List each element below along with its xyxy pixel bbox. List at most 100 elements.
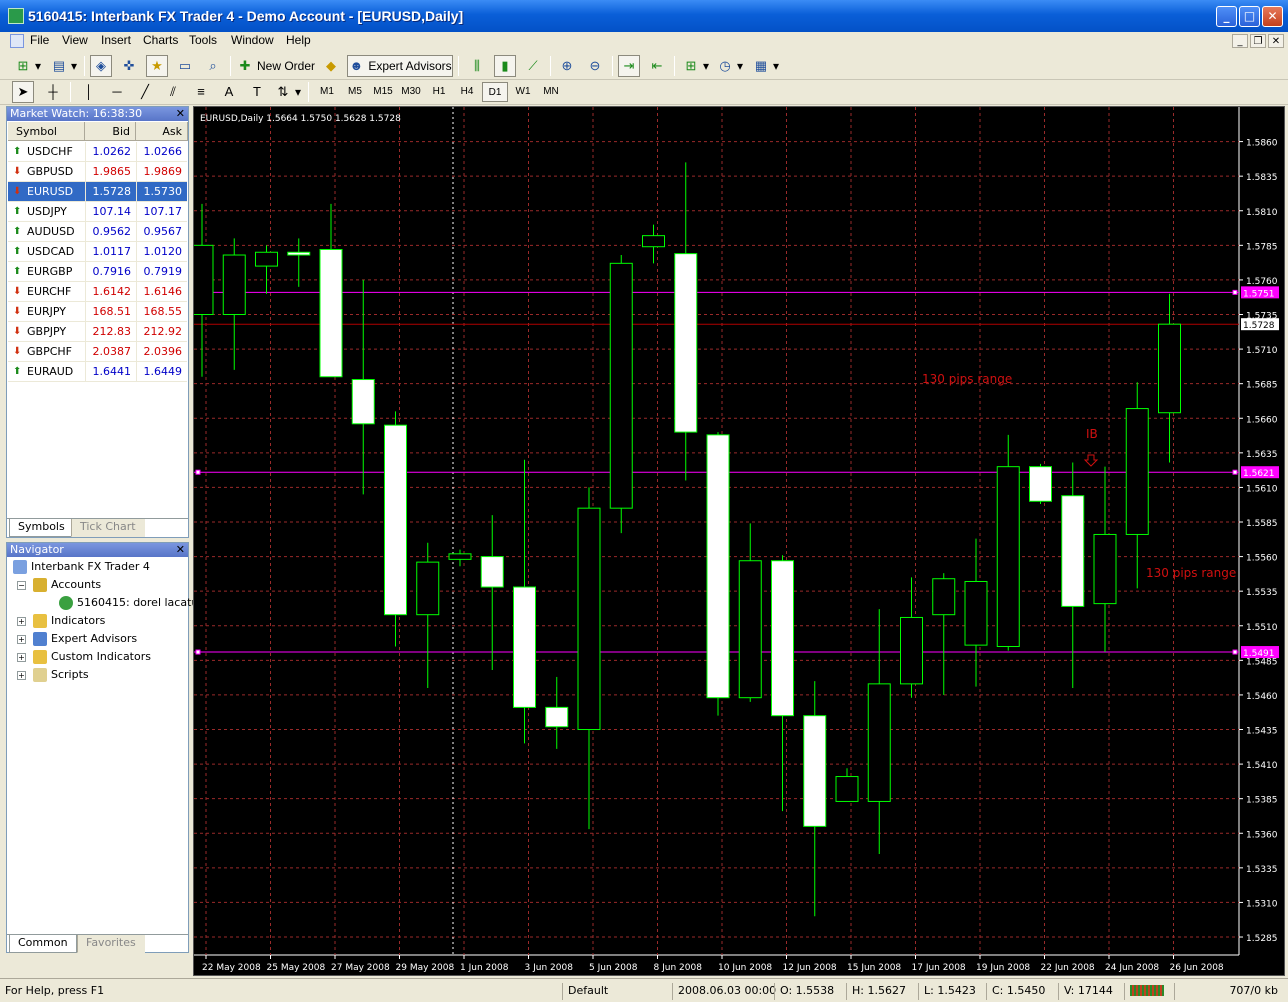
close-button[interactable]: ✕ <box>1262 6 1283 27</box>
alert-button[interactable]: ◆ <box>320 55 342 77</box>
tab-common[interactable]: Common <box>9 935 77 953</box>
expand-scripts-icon[interactable]: + <box>17 671 26 680</box>
candle-body[interactable] <box>642 235 665 248</box>
symbol-row[interactable]: ⬇ GBPJPY 212.83 212.92 <box>8 322 187 342</box>
candle-body[interactable] <box>932 578 956 616</box>
candle-body[interactable] <box>674 253 698 433</box>
candlestick-button[interactable]: ▮ <box>494 55 516 77</box>
expand-expert-advisors-icon[interactable]: + <box>17 635 26 644</box>
symbol-row[interactable]: ⬆ USDCHF 1.0262 1.0266 <box>8 142 187 162</box>
candle-body[interactable] <box>384 424 407 616</box>
profiles-button[interactable]: ▤ ▾ <box>48 55 80 77</box>
market-watch-toggle[interactable]: ◈ <box>90 55 112 77</box>
column-header-ask[interactable]: Ask <box>136 122 188 141</box>
mdi-restore-button[interactable]: ❐ <box>1250 34 1266 48</box>
tree-indicators[interactable]: Indicators <box>33 613 105 631</box>
timeframe-mn-button[interactable]: MN <box>538 82 564 102</box>
timeframe-w1-button[interactable]: W1 <box>510 82 536 102</box>
chart-shift-button[interactable]: ⇤ <box>646 55 668 77</box>
candle-body[interactable] <box>287 251 311 256</box>
document-icon[interactable] <box>10 34 24 48</box>
candle-body[interactable] <box>513 586 536 708</box>
menu-charts[interactable]: Charts <box>143 33 178 50</box>
symbol-row[interactable]: ⬇ GBPUSD 1.9865 1.9869 <box>8 162 187 182</box>
timeframe-m1-button[interactable]: M1 <box>314 82 340 102</box>
menu-window[interactable]: Window <box>231 33 274 50</box>
timeframe-m5-button[interactable]: M5 <box>342 82 368 102</box>
menu-file[interactable]: File <box>30 33 49 50</box>
timeframe-d1-button[interactable]: D1 <box>482 82 508 102</box>
symbol-row[interactable]: ⬆ AUDUSD 0.9562 0.9567 <box>8 222 187 242</box>
candle-body[interactable] <box>996 466 1020 648</box>
candle-body[interactable] <box>867 683 891 802</box>
periods-dropdown[interactable]: ◷ ▾ <box>714 55 746 77</box>
candle-body[interactable] <box>738 560 762 699</box>
symbol-row[interactable]: ⬆ USDJPY 107.14 107.17 <box>8 202 187 222</box>
mdi-minimize-button[interactable]: _ <box>1232 34 1248 48</box>
symbol-row[interactable]: ⬇ EURJPY 168.51 168.55 <box>8 302 187 322</box>
tester-toggle[interactable]: ⌕ <box>202 55 224 77</box>
candle-body[interactable] <box>1093 533 1117 605</box>
timeframe-m30-button[interactable]: M30 <box>398 82 424 102</box>
zoom-out-button[interactable]: ⊖ <box>584 55 606 77</box>
line-handle[interactable] <box>1232 289 1238 295</box>
tree-expert-advisors[interactable]: Expert Advisors <box>33 631 137 649</box>
expand-custom-indicators-icon[interactable]: + <box>17 653 26 662</box>
candle-body[interactable] <box>545 706 569 728</box>
minimize-button[interactable]: _ <box>1216 6 1237 27</box>
symbol-row[interactable]: ⬇ GBPCHF 2.0387 2.0396 <box>8 342 187 362</box>
symbol-row[interactable]: ⬆ EURGBP 0.7916 0.7919 <box>8 262 187 282</box>
templates-dropdown[interactable]: ▦ ▾ <box>750 55 782 77</box>
terminal-toggle[interactable]: ▭ <box>174 55 196 77</box>
tree-scripts[interactable]: Scripts <box>33 667 89 685</box>
symbol-row[interactable]: ⬇ EURCHF 1.6142 1.6146 <box>8 282 187 302</box>
crosshair-tool[interactable]: ┼ <box>42 81 64 103</box>
tree-root[interactable]: Interbank FX Trader 4 <box>13 559 150 577</box>
indicators-dropdown[interactable]: ⊞ ▾ <box>680 55 712 77</box>
symbol-row[interactable]: ⬆ EURAUD 1.6441 1.6449 <box>8 362 187 382</box>
maximize-button[interactable]: □ <box>1239 6 1260 27</box>
tree-account-item[interactable]: 5160415: dorel lacatus <box>59 595 204 613</box>
candle-body[interactable] <box>194 244 214 316</box>
arrows-dropdown[interactable]: ⇅ ▾ <box>274 81 302 103</box>
close-icon[interactable]: ✕ <box>176 543 185 557</box>
candle-body[interactable] <box>416 561 440 616</box>
menu-insert[interactable]: Insert <box>101 33 131 50</box>
vertical-line-tool[interactable]: │ <box>78 81 100 103</box>
candle-body[interactable] <box>900 616 923 685</box>
collapse-accounts-icon[interactable]: − <box>17 581 26 590</box>
candle-body[interactable] <box>835 776 859 802</box>
candle-body[interactable] <box>1125 408 1149 535</box>
candle-body[interactable] <box>609 262 633 509</box>
column-header-bid[interactable]: Bid <box>85 122 136 141</box>
candle-body[interactable] <box>577 507 601 731</box>
candle-body[interactable] <box>964 580 988 646</box>
candle-body[interactable] <box>706 434 730 699</box>
mdi-close-button[interactable]: ✕ <box>1268 34 1284 48</box>
menu-view[interactable]: View <box>62 33 88 50</box>
trendline-tool[interactable]: ╱ <box>134 81 156 103</box>
zoom-in-button[interactable]: ⊕ <box>556 55 578 77</box>
expert-advisors-button[interactable]: ☻ Expert Advisors <box>347 55 453 77</box>
symbol-row[interactable]: ⬇ EURUSD 1.5728 1.5730 <box>8 182 187 202</box>
candle-body[interactable] <box>222 254 246 316</box>
candle-body[interactable] <box>480 556 504 588</box>
line-handle[interactable] <box>1232 469 1238 475</box>
cursor-tool[interactable]: ➤ <box>12 81 34 103</box>
column-header-symbol[interactable]: Symbol <box>8 122 85 141</box>
bar-chart-button[interactable]: ⫼ <box>466 55 488 77</box>
timeframe-h1-button[interactable]: H1 <box>426 82 452 102</box>
line-handle[interactable] <box>1232 649 1238 655</box>
candle-body[interactable] <box>448 553 472 560</box>
auto-scroll-button[interactable]: ⇥ <box>618 55 640 77</box>
candle-body[interactable] <box>319 248 343 378</box>
candle-body[interactable] <box>803 715 827 827</box>
menu-tools[interactable]: Tools <box>189 33 217 50</box>
symbol-row[interactable]: ⬆ USDCAD 1.0117 1.0120 <box>8 242 187 262</box>
timeframe-h4-button[interactable]: H4 <box>454 82 480 102</box>
chart-window[interactable]: 1.5860 1.5835 1.5810 1.5785 1.5760 1.5735 1.57… <box>193 106 1285 976</box>
text-tool[interactable]: A <box>218 81 240 103</box>
tree-custom-indicators[interactable]: Custom Indicators <box>33 649 151 667</box>
candle-body[interactable] <box>1158 323 1181 414</box>
price-chart[interactable]: 1.58601.58351.58101.57851.57601.57351.57… <box>194 107 1284 975</box>
